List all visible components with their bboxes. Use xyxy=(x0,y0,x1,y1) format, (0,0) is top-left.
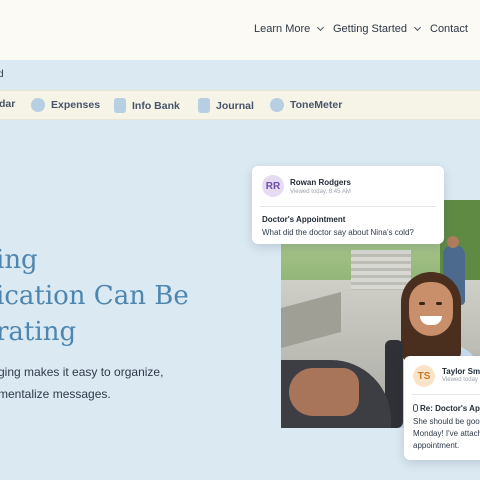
sender-name: Rowan Rodgers xyxy=(290,178,351,187)
feature-tonemeter-label: ToneMeter xyxy=(290,99,343,111)
divider xyxy=(260,206,436,207)
feature-journal[interactable]: Journal xyxy=(198,98,254,113)
message-body-line: Monday! I've attach xyxy=(413,429,480,438)
feature-calendar[interactable]: dar xyxy=(0,98,15,110)
nav-getting-started[interactable]: Getting Started xyxy=(333,23,422,35)
feature-expenses-label: Expenses xyxy=(51,99,101,111)
feature-info-bank-label: Info Bank xyxy=(132,99,180,112)
journal-icon xyxy=(198,98,210,113)
tonemeter-icon xyxy=(270,98,284,112)
message-subject: Re: Doctor's Ap xyxy=(413,404,480,413)
message-subject: Doctor's Appointment xyxy=(262,215,346,224)
avatar: TS xyxy=(413,365,435,387)
nav-getting-started-label: Getting Started xyxy=(333,23,407,35)
message-card-rowan[interactable]: RR Rowan Rodgers Viewed today, 8:45 AM D… xyxy=(252,166,444,244)
info-bank-icon xyxy=(114,98,126,113)
hero-title-line: ication Can Be xyxy=(0,281,189,311)
chevron-down-icon xyxy=(413,23,422,32)
sub-bar: d xyxy=(0,60,480,90)
hero-title: ing ication Can Be rating xyxy=(0,242,189,350)
nav-contact-label: Contact xyxy=(430,23,468,35)
avatar: RR xyxy=(262,175,284,197)
feature-journal-label: Journal xyxy=(216,99,254,112)
feature-calendar-label: dar xyxy=(0,98,16,110)
message-body-line: She should be good xyxy=(413,417,480,426)
top-navigation: Learn More Getting Started Contact xyxy=(0,0,480,60)
message-card-taylor[interactable]: TS Taylor Smi Viewed today Re: Doctor's … xyxy=(404,356,480,460)
nav-contact[interactable]: Contact xyxy=(430,23,468,35)
sub-bar-text: d xyxy=(0,69,4,80)
hero-subtitle-line: mentalize messages. xyxy=(0,387,111,401)
hero-subtitle-line: ging makes it easy to organize, xyxy=(0,365,164,379)
feature-expenses[interactable]: Expenses xyxy=(31,98,100,112)
feature-tonemeter[interactable]: ToneMeter xyxy=(270,98,342,112)
hero-subtitle: ging makes it easy to organize, mentaliz… xyxy=(0,361,163,405)
hero-title-line: rating xyxy=(0,317,77,347)
message-body: She should be good Monday! I've attach a… xyxy=(413,416,480,452)
nav-learn-more-label: Learn More xyxy=(254,23,311,35)
viewed-timestamp: Viewed today xyxy=(442,377,478,383)
divider xyxy=(412,394,480,395)
paperclip-icon xyxy=(413,404,418,412)
expenses-icon xyxy=(31,98,45,112)
message-subject-text: Re: Doctor's Ap xyxy=(420,404,480,413)
viewed-timestamp: Viewed today, 8:45 AM xyxy=(290,189,351,195)
nav-learn-more[interactable]: Learn More xyxy=(254,23,325,35)
message-body-line: appointment. xyxy=(413,441,460,450)
sender-name: Taylor Smi xyxy=(442,367,480,376)
message-body: What did the doctor say about Nina's col… xyxy=(262,228,414,237)
chevron-down-icon xyxy=(317,23,325,32)
feature-bar: dar Expenses Info Bank Journal ToneMeter xyxy=(0,90,480,120)
feature-info-bank[interactable]: Info Bank xyxy=(114,98,180,113)
hero-title-line: ing xyxy=(0,245,38,275)
